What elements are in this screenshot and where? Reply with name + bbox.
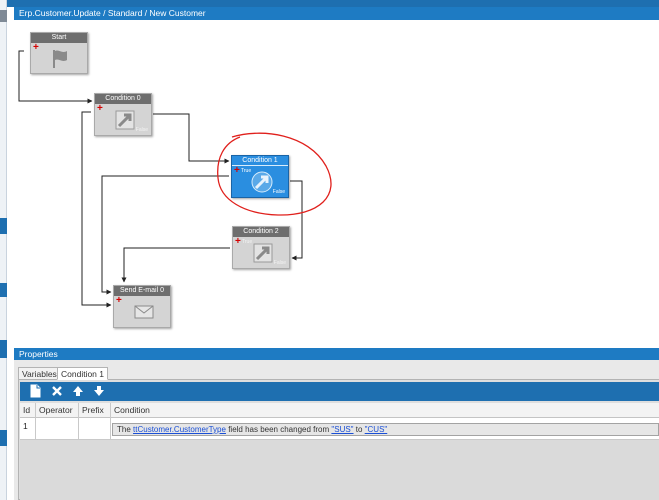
add-connection-icon[interactable]: + xyxy=(116,296,122,306)
node-title: Condition 1 xyxy=(232,156,288,166)
node-title: Start xyxy=(31,33,87,43)
properties-panel-title: Properties xyxy=(14,348,659,360)
conditions-toolbar xyxy=(20,382,659,401)
condition-expression[interactable]: The ttCustomer.CustomerType field has be… xyxy=(112,423,659,436)
delete-icon[interactable] xyxy=(50,384,64,398)
workflow-node-condition2[interactable]: Condition 2 + True False xyxy=(232,226,290,269)
false-branch-label: False xyxy=(135,127,148,133)
add-connection-icon[interactable]: + xyxy=(97,104,103,114)
add-connection-icon[interactable]: + xyxy=(235,237,241,247)
grid-empty-area xyxy=(20,440,659,500)
envelope-icon xyxy=(134,305,154,319)
workflow-designer-window: Erp.Customer.Update / Standard / New Cus… xyxy=(0,0,659,500)
field-link[interactable]: ttCustomer.CustomerType xyxy=(133,425,226,434)
move-down-icon[interactable] xyxy=(92,384,106,398)
row-operator-cell[interactable] xyxy=(36,418,79,440)
from-value-link[interactable]: "SUS" xyxy=(331,425,353,434)
tab-variables[interactable]: Variables xyxy=(18,367,61,380)
connector-condition2-to-sendemail xyxy=(121,247,230,283)
node-title: Condition 0 xyxy=(95,94,151,104)
connector-condition1-to-condition2 xyxy=(290,180,303,261)
column-header-operator[interactable]: Operator xyxy=(36,403,79,418)
add-connection-icon[interactable]: + xyxy=(33,43,39,53)
connector-condition1-to-sendemail xyxy=(101,175,229,295)
row-id-cell: 1 xyxy=(20,418,36,440)
workflow-node-condition0[interactable]: Condition 0 + False xyxy=(94,93,152,136)
node-title: Send E-mail 0 xyxy=(114,286,170,296)
workflow-node-send-email0[interactable]: Send E-mail 0 + xyxy=(113,285,171,328)
true-branch-label: True xyxy=(242,239,253,245)
add-connection-icon[interactable]: + xyxy=(234,166,240,176)
row-prefix-cell[interactable] xyxy=(79,418,111,440)
connector-condition0-to-sendemail xyxy=(81,111,112,308)
condition-arrow-icon xyxy=(251,171,273,193)
false-branch-label: False xyxy=(273,260,286,266)
column-header-id[interactable]: Id xyxy=(20,403,36,418)
to-value-link[interactable]: "CUS" xyxy=(365,425,388,434)
condition-arrow-icon xyxy=(253,243,273,263)
workflow-node-condition1[interactable]: Condition 1 + True False xyxy=(231,155,289,198)
move-up-icon[interactable] xyxy=(71,384,85,398)
column-header-condition[interactable]: Condition xyxy=(111,403,659,418)
condition-text: field has been changed from xyxy=(228,425,330,434)
flag-icon xyxy=(53,50,67,68)
condition-arrow-icon xyxy=(115,110,135,130)
tab-condition1[interactable]: Condition 1 xyxy=(57,367,109,380)
condition-text: The xyxy=(117,425,131,434)
column-header-prefix[interactable]: Prefix xyxy=(79,403,111,418)
true-branch-label: True xyxy=(241,168,252,174)
new-icon[interactable] xyxy=(28,384,42,398)
connector-condition0-to-condition1 xyxy=(153,113,230,164)
workflow-node-start[interactable]: Start + xyxy=(30,32,88,74)
condition-text: to xyxy=(355,425,363,434)
node-title: Condition 2 xyxy=(233,227,289,237)
false-branch-label: False xyxy=(272,189,285,195)
